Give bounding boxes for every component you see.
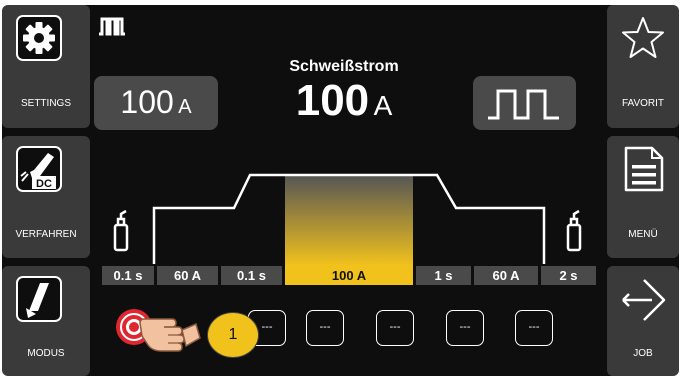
menu-label: MENÜ	[628, 229, 658, 240]
segment-gas-postflow[interactable]: 2 s	[541, 266, 596, 285]
verfahren-button[interactable]: DC VERFAHREN	[2, 136, 90, 258]
callout-number: 1	[228, 326, 238, 343]
job-button[interactable]: JOB	[607, 266, 679, 376]
gas-bottle-icon	[113, 209, 129, 252]
preset-unit: A	[178, 96, 192, 118]
sequence-graph	[113, 173, 582, 266]
modus-label: MODUS	[27, 348, 65, 359]
pulse-mode-icon	[99, 17, 125, 36]
main-current-unit: A	[373, 90, 393, 121]
parameter-title: Schweißstrom	[289, 58, 399, 75]
main-current-readout[interactable]: 100 A	[244, 76, 444, 126]
modus-button[interactable]: MODUS	[2, 266, 90, 376]
waveform-button[interactable]	[473, 76, 576, 130]
verfahren-label: VERFAHREN	[15, 229, 77, 240]
segment-downslope[interactable]: 1 s	[416, 266, 471, 285]
job-arrow-icon	[622, 279, 666, 321]
menu-button[interactable]: MENÜ	[607, 136, 679, 258]
favorit-button[interactable]: FAVORIT	[607, 5, 679, 128]
main-current-value: 100	[295, 76, 370, 125]
main-panel: Schweißstrom 100 A 100 A 0.1 s 60 A 0.1 …	[94, 10, 599, 381]
dc-badge: DC	[36, 178, 52, 190]
segment-start-current[interactable]: 60 A	[157, 266, 218, 285]
segment-upslope[interactable]: 0.1 s	[221, 266, 282, 285]
settings-label: SETTINGS	[20, 98, 71, 109]
segment-main-current[interactable]: 100 A	[285, 266, 413, 285]
segment-end-current[interactable]: 60 A	[474, 266, 538, 285]
settings-button[interactable]: SETTINGS	[2, 5, 90, 128]
gas-bottle-icon	[566, 209, 582, 252]
favorite-slot-5[interactable]: ---	[515, 310, 553, 346]
gear-icon-box	[16, 15, 62, 61]
dc-torch-icon-box: DC	[16, 146, 62, 192]
welding-display: SETTINGS DC VERFAHREN MODUS Schweißstrom	[2, 5, 679, 376]
callout-badge: 1	[207, 312, 259, 358]
segment-gas-preflow[interactable]: 0.1 s	[102, 266, 154, 285]
pointing-hand-icon	[139, 318, 201, 352]
star-icon	[622, 17, 664, 58]
active-phase-highlight	[285, 175, 413, 266]
menu-document-icon	[624, 146, 664, 192]
preset-value: 100	[120, 84, 174, 120]
torch-trigger-icon-box	[16, 276, 62, 322]
current-preset-box[interactable]: 100 A	[94, 76, 218, 130]
torch-trigger-icon	[26, 283, 49, 318]
favorit-label: FAVORIT	[621, 98, 665, 109]
favorite-slot-2[interactable]: ---	[306, 310, 344, 346]
square-wave-icon	[488, 89, 559, 120]
job-label: JOB	[633, 348, 653, 359]
dc-torch-icon: DC	[20, 153, 56, 190]
gear-icon	[23, 22, 55, 54]
favorite-slot-3[interactable]: ---	[376, 310, 414, 346]
favorite-slot-4[interactable]: ---	[446, 310, 484, 346]
